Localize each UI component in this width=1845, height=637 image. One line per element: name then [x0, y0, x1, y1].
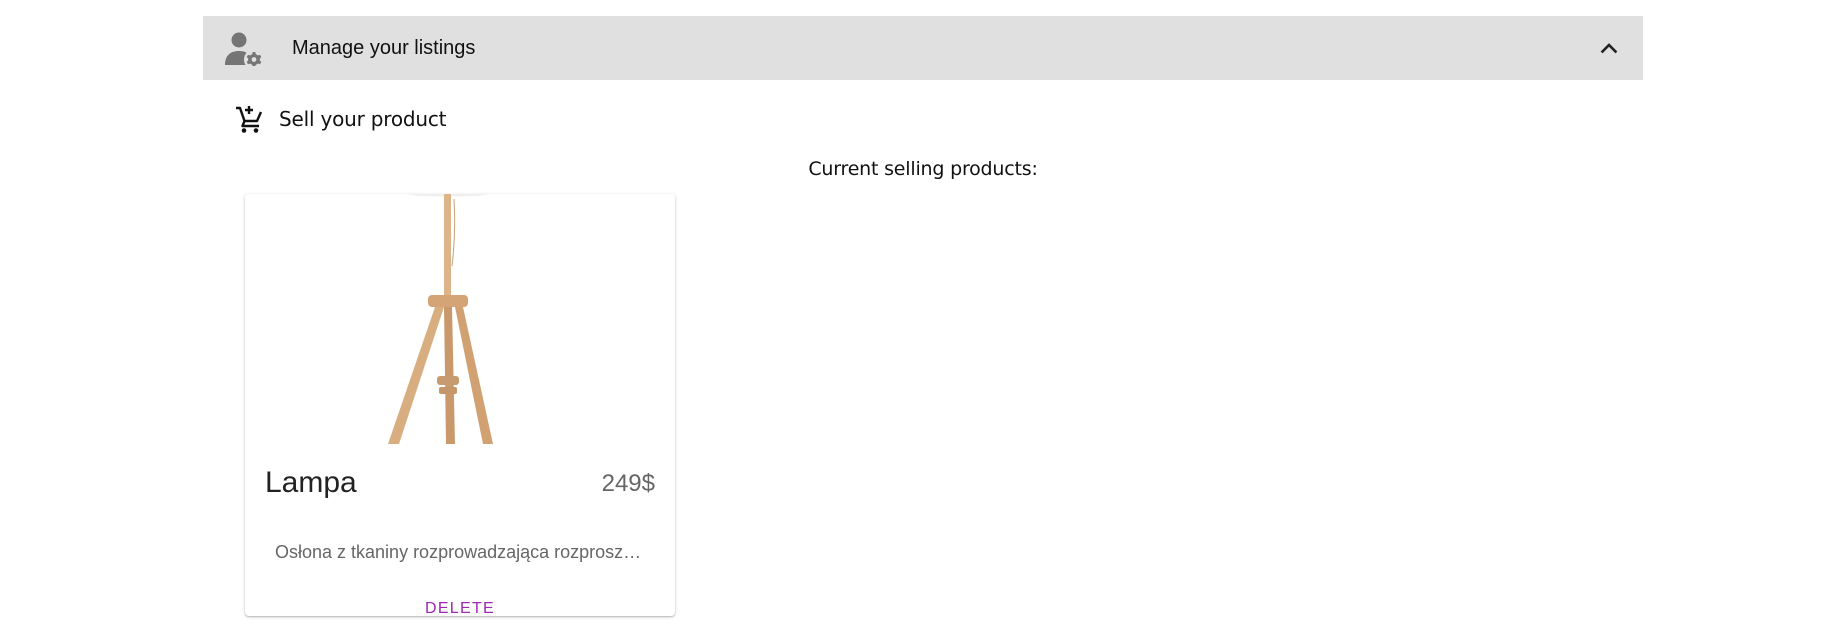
manage-listings-accordion: Manage your listings Sell your product C… — [203, 16, 1643, 616]
accordion-title: Manage your listings — [292, 37, 476, 59]
sell-product-label: Sell your product — [279, 107, 447, 131]
product-description: Osłona z tkaniny rozprowadzająca rozpros… — [275, 542, 645, 562]
delete-button[interactable]: DELETE — [245, 600, 675, 616]
sell-product-link[interactable]: Sell your product — [235, 102, 447, 136]
product-card: Lampa 249$ Osłona z tkaniny rozprowadzaj… — [245, 194, 675, 616]
chevron-up-icon[interactable] — [1599, 38, 1619, 58]
product-image — [388, 194, 493, 444]
add-shopping-cart-icon — [236, 106, 263, 133]
manage-accounts-icon — [225, 32, 262, 66]
product-price: 249$ — [601, 470, 655, 497]
accordion-header[interactable]: Manage your listings — [203, 16, 1643, 80]
product-name: Lampa — [265, 466, 357, 499]
current-products-heading: Current selling products: — [808, 158, 1038, 180]
page: Manage your listings Sell your product C… — [0, 0, 1845, 637]
